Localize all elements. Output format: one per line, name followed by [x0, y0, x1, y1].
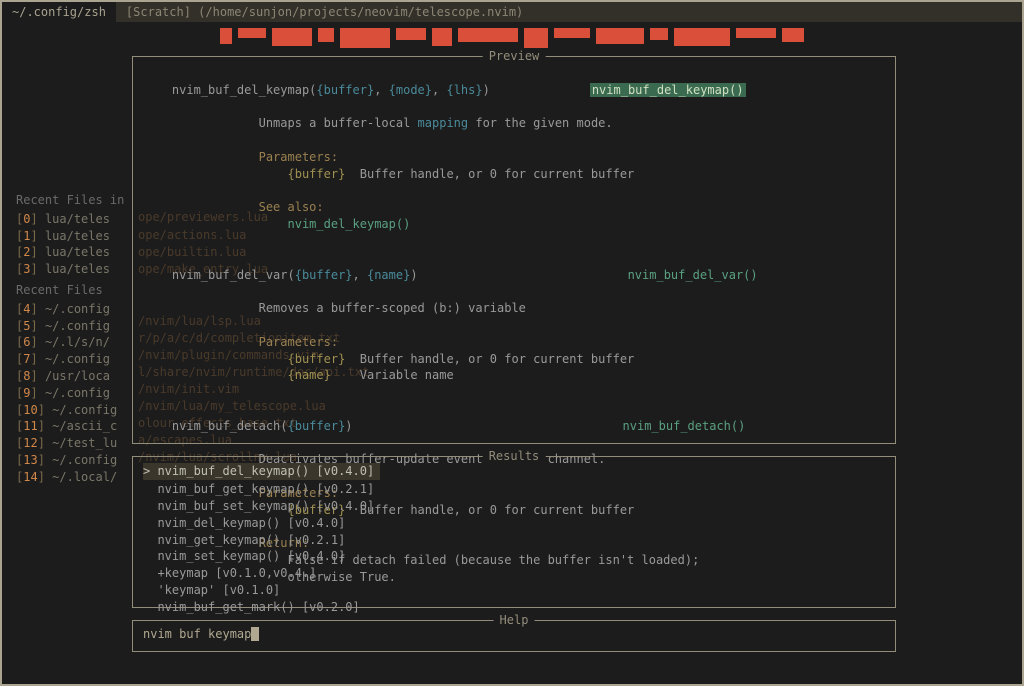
- sidebar-item[interactable]: [6] ~/.l/s/n/: [16, 334, 136, 351]
- sidebar-item[interactable]: [1] lua/teles: [16, 228, 136, 245]
- cursor-icon: [251, 627, 258, 641]
- tab-scratch[interactable]: [Scratch] (/home/sunjon/projects/neovim/…: [116, 2, 533, 22]
- result-item[interactable]: nvim_get_keymap() [v0.2.1]: [143, 532, 885, 549]
- result-item[interactable]: nvim_set_keymap() [v0.4.0]: [143, 548, 885, 565]
- sidebar-header-recent: Recent Files: [16, 282, 136, 299]
- sidebar-item[interactable]: [4] ~/.config: [16, 301, 136, 318]
- results-panel: Results > nvim_buf_del_keymap() [v0.4.0]…: [132, 456, 896, 608]
- tab-bar: ~/.config/zsh [Scratch] (/home/sunjon/pr…: [2, 2, 1022, 22]
- sidebar-item[interactable]: [9] ~/.config: [16, 385, 136, 402]
- preview-panel: Preview nvim_buf_del_keymap({buffer}, {m…: [132, 56, 896, 444]
- result-item[interactable]: > nvim_buf_del_keymap() [v0.4.0]: [143, 463, 380, 480]
- search-input[interactable]: nvim buf keymap: [143, 627, 259, 641]
- sidebar-item[interactable]: [5] ~/.config: [16, 318, 136, 335]
- sidebar: Recent Files in [0] lua/teles[1] lua/tel…: [16, 192, 136, 486]
- sidebar-item[interactable]: [8] /usr/loca: [16, 368, 136, 385]
- help-panel: Help nvim buf keymap: [132, 620, 896, 652]
- sidebar-item[interactable]: [11] ~/ascii_c: [16, 418, 136, 435]
- sidebar-item[interactable]: [13] ~/.config: [16, 452, 136, 469]
- result-item[interactable]: +keymap [v0.1.0,v0.4.]: [143, 565, 885, 582]
- result-item[interactable]: 'keymap' [v0.1.0]: [143, 582, 885, 599]
- sidebar-item[interactable]: [12] ~/test_lu: [16, 435, 136, 452]
- sidebar-header-recent-in: Recent Files in: [16, 192, 136, 209]
- result-item[interactable]: nvim_buf_get_keymap() [v0.2.1]: [143, 481, 885, 498]
- help-title: Help: [494, 612, 535, 629]
- help-tag: nvim_buf_del_keymap(): [590, 83, 746, 97]
- results-title: Results: [483, 448, 546, 465]
- sidebar-item[interactable]: [0] lua/teles: [16, 211, 136, 228]
- sidebar-item[interactable]: [10] ~/.config: [16, 402, 136, 419]
- result-item[interactable]: nvim_buf_set_keymap() [v0.4.0]: [143, 498, 885, 515]
- sidebar-item[interactable]: [2] lua/teles: [16, 244, 136, 261]
- sidebar-item[interactable]: [14] ~/.local/: [16, 469, 136, 486]
- sidebar-item[interactable]: [7] ~/.config: [16, 351, 136, 368]
- sidebar-item[interactable]: [3] lua/teles: [16, 261, 136, 278]
- preview-title: Preview: [483, 48, 546, 65]
- dashboard-decoration: [132, 28, 892, 48]
- result-item[interactable]: nvim_del_keymap() [v0.4.0]: [143, 515, 885, 532]
- tab-zsh[interactable]: ~/.config/zsh: [2, 2, 116, 22]
